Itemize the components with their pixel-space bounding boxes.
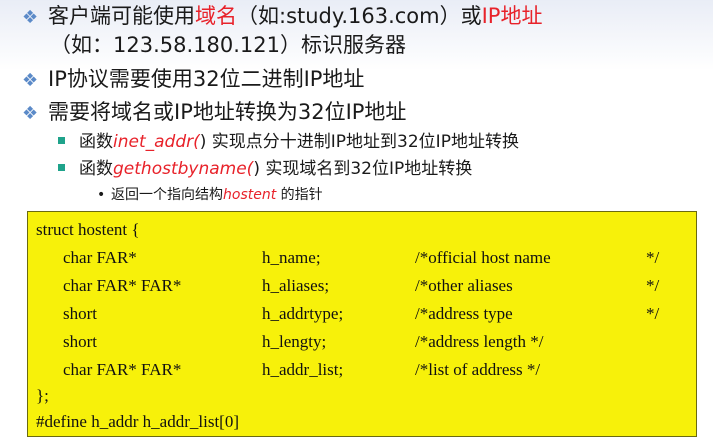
code-type: char FAR* FAR* — [63, 276, 182, 295]
code-comment: /*list of address */ — [415, 360, 541, 379]
bullet-text-mid: （如:study.163.com）或 — [237, 4, 482, 28]
code-field: h_addr_list; — [262, 360, 344, 379]
bullet-text: 需要将域名或IP地址转换为32位IP地址 — [48, 100, 407, 124]
code-comment-end: */ — [646, 276, 660, 295]
sub-bullet-gethostbyname: 函数gethostbyname() 实现域名到32位IP地址转换 — [58, 157, 472, 181]
code-comment-end: */ — [646, 304, 660, 323]
sub-sub-pre: 返回一个指向结构 — [111, 187, 223, 203]
dot-bullet-icon: • — [97, 187, 106, 203]
hostent-code-box: struct hostent { char FAR* h_name; /*off… — [27, 211, 697, 437]
square-bullet-icon — [58, 137, 65, 144]
sub-bullet-pre: 函数 — [79, 159, 113, 179]
code-define: #define h_addr h_addr_list[0] — [36, 412, 239, 431]
bullet-continuation: （如：123.58.180.121）标识服务器 — [50, 33, 406, 57]
code-type: short — [63, 332, 97, 351]
code-type: short — [63, 304, 97, 323]
sub-bullet-post: ) 实现点分十进制IP地址到32位IP地址转换 — [199, 132, 519, 152]
sub-sub-post: 的指针 — [276, 187, 323, 203]
code-type: char FAR* FAR* — [63, 360, 182, 379]
bullet-text: 客户端可能使用 — [48, 4, 195, 28]
highlight-ip: IP地址 — [481, 4, 543, 28]
bullet-ip-protocol: ❖ IP协议需要使用32位二进制IP地址 — [22, 64, 364, 96]
code-struct-close: }; — [36, 386, 49, 405]
square-bullet-icon — [58, 164, 65, 171]
code-comment: /*other aliases — [415, 276, 513, 295]
code-struct-open: struct hostent { — [36, 220, 140, 239]
diamond-bullet-icon: ❖ — [22, 7, 39, 28]
bullet-text: IP协议需要使用32位二进制IP地址 — [48, 67, 365, 91]
code-field: h_addrtype; — [262, 304, 344, 323]
sub-sub-bullet-hostent: • 返回一个指向结构hostent 的指针 — [97, 184, 323, 206]
diamond-bullet-icon: ❖ — [22, 70, 39, 91]
code-comment: /*address type — [415, 304, 513, 323]
diamond-bullet-icon: ❖ — [22, 103, 39, 124]
sub-bullet-inet-addr: 函数inet_addr() 实现点分十进制IP地址到32位IP地址转换 — [58, 130, 519, 154]
code-comment: /*address length */ — [415, 332, 544, 351]
code-comment: /*official host name — [415, 248, 551, 267]
function-name: gethostbyname( — [113, 159, 254, 179]
highlight-domain: 域名 — [195, 4, 237, 28]
bullet-domain-or-ip: ❖ 客户端可能使用域名（如:study.163.com）或IP地址 — [22, 1, 542, 33]
code-field: h_aliases; — [262, 276, 330, 295]
function-name: inet_addr( — [113, 132, 200, 152]
bullet-conversion: ❖ 需要将域名或IP地址转换为32位IP地址 — [22, 97, 406, 129]
struct-name: hostent — [223, 187, 277, 203]
sub-bullet-post: ) 实现域名到32位IP地址转换 — [253, 159, 473, 179]
sub-bullet-pre: 函数 — [79, 132, 113, 152]
code-field: h_lengty; — [262, 332, 327, 351]
code-field: h_name; — [262, 248, 321, 267]
code-type: char FAR* — [63, 248, 137, 267]
code-comment-end: */ — [646, 248, 660, 267]
